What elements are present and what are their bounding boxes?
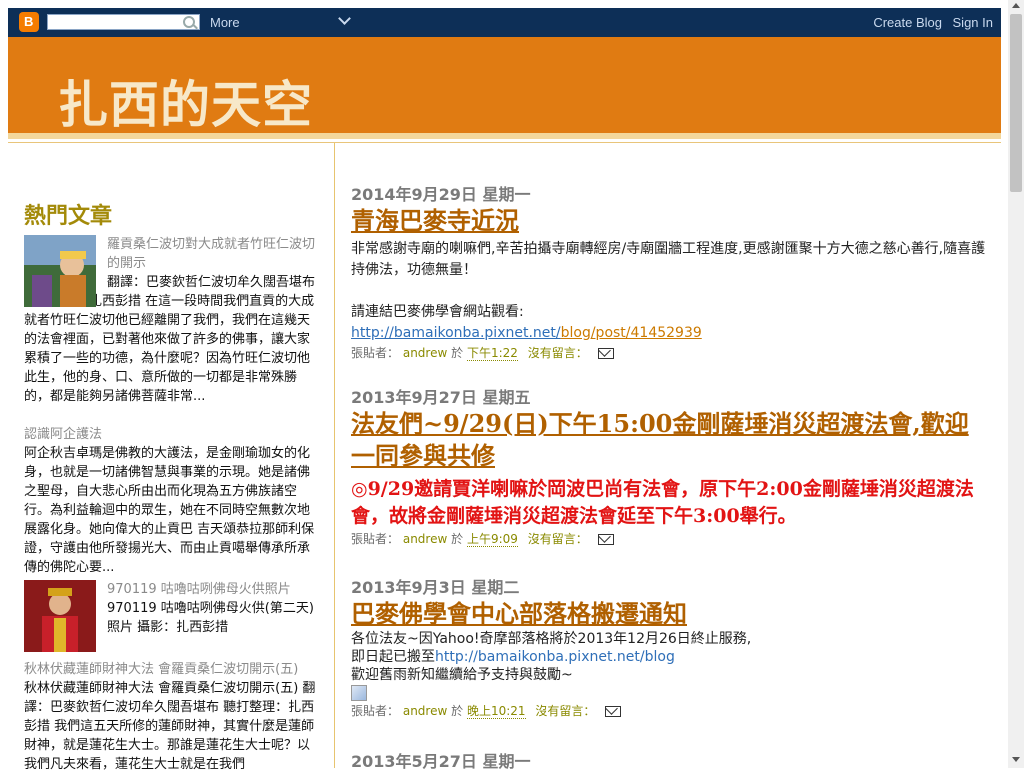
popular-post-title[interactable]: 認識阿企護法	[24, 425, 322, 444]
blog-title[interactable]: 扎西的天空	[58, 65, 313, 137]
post-footer: 張貼者： andrew 於 下午1:22 沒有留言：	[351, 344, 991, 362]
post-body: 各位法友~因Yahoo!奇摩部落格將於2013年12月26日終止服務, 即日起已…	[351, 630, 991, 702]
post-text: 即日起已搬至	[351, 649, 435, 665]
chevron-down-icon[interactable]	[338, 12, 351, 25]
popular-post-item: 認識阿企護法 阿企秋吉卓瑪是佛教的大護法，是金剛瑜珈女的化身，也就是一切諸佛智慧…	[24, 425, 322, 577]
popular-post-item: 秋林伏藏蓮師財神大法 會羅貢桑仁波切開示(五) 秋林伏藏蓮師財神大法 會羅貢桑仁…	[24, 660, 322, 774]
post-thumbnail[interactable]	[24, 580, 96, 652]
comments-link[interactable]: 沒有留言：	[535, 704, 595, 718]
popular-post-title[interactable]: 秋林伏藏蓮師財神大法 會羅貢桑仁波切開示(五)	[24, 660, 322, 679]
popular-post-snippet: 970119 咕嚕咕咧佛母火供(第二天) 照片 攝影：扎西彭措	[107, 601, 314, 635]
at-label: 於	[451, 704, 464, 718]
post-link[interactable]: http://bamaikonba.pixnet.net/	[351, 325, 561, 341]
author-link[interactable]: andrew	[403, 532, 447, 546]
post: 2014年9月29日 星期一 青海巴麥寺近況 非常感謝寺廟的喇嘛們,辛苦拍攝寺廟…	[351, 185, 991, 362]
posted-by-label: 張貼者：	[351, 532, 400, 546]
popular-post-item: 970119 咕嚕咕咧佛母火供照片 970119 咕嚕咕咧佛母火供(第二天) 照…	[24, 580, 322, 652]
scrollbar[interactable]	[1008, 0, 1024, 768]
scroll-up-icon[interactable]	[1012, 3, 1020, 8]
post-highlight-text: ◎9/29邀請賈洋喇嘛於岡波巴尚有法會，原下午2:00金剛薩埵消災超渡法會，故將…	[351, 478, 974, 527]
comments-link[interactable]: 沒有留言：	[528, 532, 588, 546]
post-date: 2013年9月3日 星期二	[351, 578, 520, 597]
comments-link[interactable]: 沒有留言：	[528, 346, 588, 360]
scroll-thumb[interactable]	[1010, 14, 1022, 192]
popular-post-title[interactable]: 970119 咕嚕咕咧佛母火供照片	[107, 580, 322, 599]
posted-by-label: 張貼者：	[351, 346, 400, 360]
popular-post-title[interactable]: 羅貢桑仁波切對大成就者竹旺仁波切的開示	[107, 235, 322, 273]
create-blog-link[interactable]: Create Blog	[873, 15, 942, 30]
blogger-navbar: B More Create Blog Sign In	[8, 8, 1001, 37]
post-title[interactable]: 青海巴麥寺近況	[351, 205, 991, 237]
at-label: 於	[451, 346, 464, 360]
post-text: 各位法友~因Yahoo!奇摩部落格將於2013年12月26日終止服務,	[351, 631, 752, 647]
post-date: 2014年9月29日 星期一	[351, 185, 531, 204]
author-link[interactable]: andrew	[403, 346, 447, 360]
email-post-icon[interactable]	[605, 706, 622, 717]
blog-header: 扎西的天空	[8, 37, 1001, 139]
main-posts: 2014年9月29日 星期一 青海巴麥寺近況 非常感謝寺廟的喇嘛們,辛苦拍攝寺廟…	[351, 143, 1001, 771]
post-text: 請連結巴麥佛學會網站觀看:	[351, 304, 524, 320]
posted-by-label: 張貼者：	[351, 704, 400, 718]
post: 2013年9月3日 星期二 巴麥佛學會中心部落格搬遷通知 各位法友~因Yahoo…	[351, 578, 991, 720]
popular-post-snippet: 阿企秋吉卓瑪是佛教的大護法，是金剛瑜珈女的化身，也就是一切諸佛智慧與事業的示現。…	[24, 446, 315, 575]
scroll-down-icon[interactable]	[1012, 757, 1020, 762]
popular-post-item: 羅貢桑仁波切對大成就者竹旺仁波切的開示 翻譯：巴麥欽哲仁波切牟久闊吾堪布 聽打整…	[24, 235, 322, 406]
post-footer: 張貼者： andrew 於 晚上10:21 沒有留言：	[351, 702, 991, 720]
post: 2013年9月27日 星期五 法友們~9/29(日)下午15:00金剛薩埵消災超…	[351, 388, 991, 548]
sidebar: 熱門文章 羅貢桑仁波切對大成就者竹旺仁波切的開示 翻譯：巴麥欽哲仁波切牟久闊吾堪…	[8, 143, 335, 772]
search-icon[interactable]	[183, 16, 195, 28]
post-date: 2013年5月27日 星期一	[351, 752, 531, 771]
broken-image-icon	[351, 685, 367, 701]
popular-post-snippet: 秋林伏藏蓮師財神大法 會羅貢桑仁波切開示(五) 翻譯：巴麥欽哲仁波切牟久闊吾堪布…	[24, 681, 316, 772]
more-menu[interactable]: More	[210, 15, 240, 30]
post-time-link[interactable]: 晚上10:21	[466, 704, 526, 719]
blogger-logo-letter: B	[24, 14, 34, 29]
post-text: 歡迎舊雨新知繼續給予支持與鼓勵~	[351, 667, 573, 683]
at-label: 於	[451, 532, 464, 546]
email-post-icon[interactable]	[597, 534, 614, 545]
blogger-logo-icon[interactable]: B	[19, 12, 39, 32]
post-time-link[interactable]: 上午9:09	[466, 532, 518, 547]
post-link[interactable]: http://bamaikonba.pixnet.net/blog	[435, 649, 675, 665]
post-time-link[interactable]: 下午1:22	[466, 346, 518, 361]
sign-in-link[interactable]: Sign In	[953, 15, 993, 30]
post-text: 非常感謝寺廟的喇嘛們,辛苦拍攝寺廟轉經房/寺廟圍牆工程進度,更感謝匯聚十方大德之…	[351, 241, 986, 278]
popular-posts-title: 熱門文章	[24, 203, 113, 229]
post-link[interactable]: blog/post/41452939	[561, 325, 702, 341]
post-date: 2013年9月27日 星期五	[351, 388, 531, 407]
post-title[interactable]: 巴麥佛學會中心部落格搬遷通知	[351, 598, 991, 630]
email-post-icon[interactable]	[597, 348, 614, 359]
post-body: 非常感謝寺廟的喇嘛們,辛苦拍攝寺廟轉經房/寺廟圍牆工程進度,更感謝匯聚十方大德之…	[351, 239, 991, 344]
post-thumbnail[interactable]	[24, 235, 96, 307]
search-input[interactable]	[47, 14, 200, 30]
post-title[interactable]: 法友們~9/29(日)下午15:00金剛薩埵消災超渡法會,歡迎一同參與共修	[351, 408, 991, 472]
post-footer: 張貼者： andrew 於 上午9:09 沒有留言：	[351, 530, 991, 548]
author-link[interactable]: andrew	[403, 704, 447, 718]
post: 2013年5月27日 星期一	[351, 752, 991, 772]
